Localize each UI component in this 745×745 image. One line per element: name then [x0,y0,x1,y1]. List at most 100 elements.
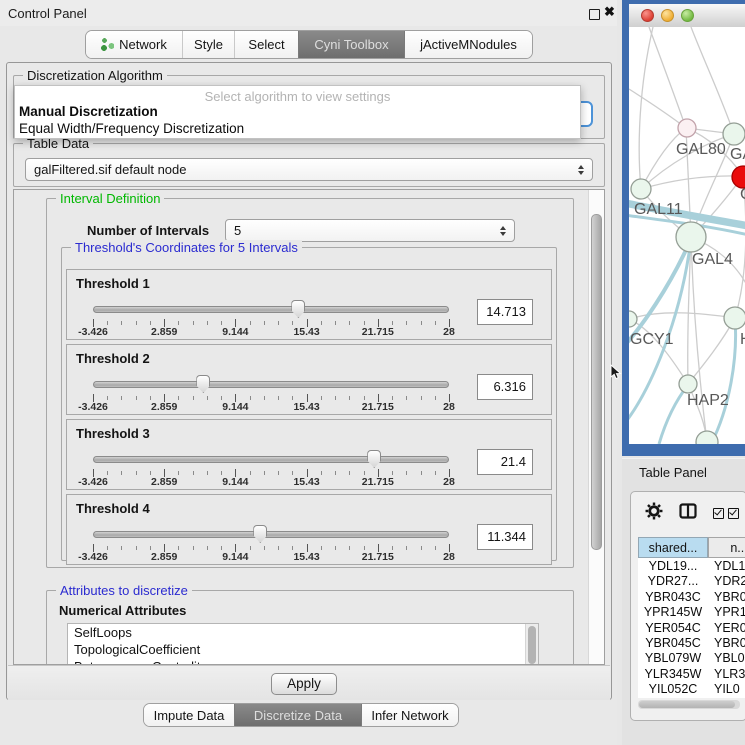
cell-shared-name[interactable]: YER054C [638,621,708,636]
table-row[interactable]: YDR27...YDR2 [638,574,745,589]
cell-name[interactable]: YDL1 [708,559,745,574]
cell-name[interactable]: YIL0 [708,682,740,697]
threshold-value-box[interactable]: 21.4 [477,449,533,475]
table-row[interactable]: YBL079WYBL0 [638,651,745,666]
gear-icon[interactable] [645,502,663,520]
close-panel-icon[interactable]: ✖ [604,4,615,20]
node-label-selected-red: C [740,186,745,203]
spinner-arrows-icon [500,226,506,236]
threshold-value-box[interactable]: 11.344 [477,524,533,550]
tab-style[interactable]: Style [182,31,234,58]
cell-shared-name[interactable]: YBR045C [638,636,708,651]
cell-shared-name[interactable]: YPR145W [638,605,708,620]
table-row[interactable]: YBR043CYBR0 [638,590,745,605]
tick-label: 21.715 [362,551,394,563]
cell-shared-name[interactable]: YDR27... [638,574,708,589]
table-row[interactable]: YIL052CYIL0 [638,682,745,697]
tab-cyni-toolbox[interactable]: Cyni Toolbox [298,31,404,58]
node-gal80[interactable] [678,119,696,137]
node-gal4[interactable] [676,222,706,252]
slider-thumb[interactable] [253,525,267,543]
cell-name[interactable]: YBR0 [708,590,745,605]
tab-network[interactable]: Network [86,31,182,58]
cell-shared-name[interactable]: YBR043C [638,590,708,605]
float-panel-icon[interactable] [589,9,600,20]
tick-label: -3.426 [78,401,108,413]
slider-thumb[interactable] [196,375,210,393]
number-of-intervals-select[interactable]: 5 [225,219,515,242]
tick-label: -3.426 [78,476,108,488]
settings-scrollbar-thumb[interactable] [591,214,602,550]
split-columns-icon[interactable] [679,503,697,519]
apply-button[interactable]: Apply [271,673,337,695]
node-label-top-right: GA [730,146,745,163]
threshold-value-box[interactable]: 6.316 [477,374,533,400]
control-panel-titlebar: Control Panel ✖ [0,0,617,26]
slider-tick-labels: -3.4262.8599.14415.4321.71528 [93,326,449,338]
node-right-h[interactable] [724,307,745,329]
slider-track[interactable] [93,381,449,388]
table-row[interactable]: YDL19...YDL1 [638,559,745,574]
algorithm-option-manual[interactable]: Manual Discretization [19,104,158,119]
cell-name[interactable]: YBL0 [708,651,745,666]
slider-track[interactable] [93,306,449,313]
interval-definition-group: Interval Definition Number of Intervals … [46,198,574,568]
attribute-item-selfloops[interactable]: SelfLoops [68,624,538,641]
node-hap2[interactable] [679,375,697,393]
tick-label: -3.426 [78,551,108,563]
table-panel-window: Table Panel shared... n... YDL19 [622,458,745,745]
threshold-slider[interactable] [93,306,449,314]
cell-name[interactable]: YPR1 [708,605,745,620]
network-window-titlebar[interactable] [629,4,745,28]
table-row[interactable]: YLR345WYLR3 [638,667,745,682]
column-header-name[interactable]: n... [708,537,745,558]
table-row[interactable]: YPR145WYPR1 [638,605,745,620]
close-window-button[interactable] [641,9,654,22]
tab-infer-network[interactable]: Infer Network [361,704,458,726]
attributes-scrollbar[interactable] [525,624,538,665]
slider-thumb[interactable] [291,300,305,318]
algorithm-option-equal-width[interactable]: Equal Width/Frequency Discretization [19,121,244,136]
table-scrollbar-thumb[interactable] [639,701,735,708]
network-canvas[interactable]: GAL80GACGAL11GAL4GCY1HHAP2 [629,27,745,444]
attributes-scrollbar-thumb[interactable] [528,626,536,664]
numerical-attributes-list[interactable]: SelfLoopsTopologicalCoefficientBetweenne… [67,623,539,665]
table-data-select[interactable]: galFiltered.sif default node [25,158,593,181]
tab-jactivemnodules[interactable]: jActiveMNodules [404,31,532,58]
checkbox-icon[interactable] [728,508,739,519]
slider-track[interactable] [93,531,449,538]
attribute-item-topologicalcoefficient[interactable]: TopologicalCoefficient [68,641,538,658]
table-row[interactable]: YBR045CYBR0 [638,636,745,651]
slider-track[interactable] [93,456,449,463]
node-top-right[interactable] [723,123,745,145]
tab-impute-data[interactable]: Impute Data [144,704,234,726]
threshold-slider[interactable] [93,531,449,539]
cell-shared-name[interactable]: YDL19... [638,559,708,574]
node-gcy1[interactable] [629,311,637,327]
node-selected-red[interactable] [732,166,745,188]
slider-thumb[interactable] [367,450,381,468]
cell-name[interactable]: YDR2 [708,574,745,589]
cell-shared-name[interactable]: YBL079W [638,651,708,666]
cell-shared-name[interactable]: YIL052C [638,682,708,697]
table-row[interactable]: YER054CYER0 [638,621,745,636]
tab-discretize-data[interactable]: Discretize Data [234,704,361,726]
table-horizontal-scrollbar[interactable] [638,700,740,709]
column-header-shared-name[interactable]: shared... [638,537,708,558]
zoom-window-button[interactable] [681,9,694,22]
node-gal11[interactable] [631,179,651,199]
cell-shared-name[interactable]: YLR345W [638,667,708,682]
threshold-slider[interactable] [93,381,449,389]
threshold-value-box[interactable]: 14.713 [477,299,533,325]
threshold-slider[interactable] [93,456,449,464]
cell-name[interactable]: YER0 [708,621,745,636]
minimize-window-button[interactable] [661,9,674,22]
settings-scrollbar[interactable] [588,190,604,664]
attribute-item-betweennesscentrality[interactable]: BetweennessCentrality [68,658,538,665]
cell-name[interactable]: YLR3 [708,667,745,682]
node-label-right-h: H [740,331,745,348]
tab-label: jActiveMNodules [420,37,517,52]
cell-name[interactable]: YBR0 [708,636,745,651]
checkbox-icon[interactable] [713,508,724,519]
tab-select[interactable]: Select [234,31,298,58]
